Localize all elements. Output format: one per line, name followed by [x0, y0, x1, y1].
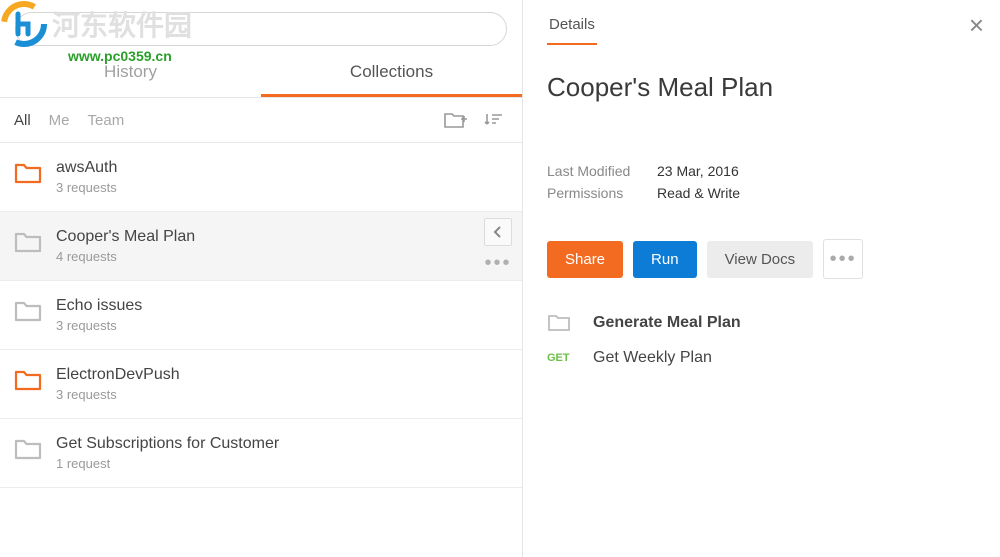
detail-items-list: Generate Meal Plan GET Get Weekly Plan	[547, 305, 976, 375]
collection-row[interactable]: ElectronDevPush 3 requests	[0, 350, 522, 419]
new-collection-icon[interactable]	[442, 108, 470, 132]
folder-icon	[14, 299, 42, 323]
collection-meta: 3 requests	[56, 318, 508, 333]
detail-item-label: Generate Meal Plan	[593, 314, 741, 332]
meta-modified-value: 23 Mar, 2016	[657, 163, 739, 179]
detail-actions: Share Run View Docs •••	[547, 239, 976, 279]
details-body: Cooper's Meal Plan Last Modified 23 Mar,…	[523, 44, 1000, 391]
collection-row[interactable]: Echo issues 3 requests	[0, 281, 522, 350]
collection-meta: 3 requests	[56, 387, 508, 402]
detail-folder-row[interactable]: Generate Meal Plan	[547, 305, 976, 341]
collection-title: Cooper's Meal Plan	[547, 72, 976, 103]
folder-icon	[547, 313, 593, 333]
meta-permissions: Permissions Read & Write	[547, 185, 976, 201]
detail-item-label: Get Weekly Plan	[593, 349, 712, 367]
share-button[interactable]: Share	[547, 241, 623, 278]
method-badge: GET	[547, 350, 593, 366]
filter-team[interactable]: Team	[88, 112, 125, 129]
collection-list: awsAuth 3 requests Cooper's Meal Plan 4 …	[0, 143, 522, 557]
collection-row[interactable]: awsAuth 3 requests	[0, 143, 522, 212]
collection-meta: 3 requests	[56, 180, 508, 195]
view-docs-button[interactable]: View Docs	[707, 241, 814, 278]
collection-row[interactable]: Cooper's Meal Plan 4 requests •••	[0, 212, 522, 281]
folder-icon	[14, 368, 42, 392]
details-panel: Details × Cooper's Meal Plan Last Modifi…	[523, 0, 1000, 557]
sort-icon[interactable]	[480, 108, 508, 132]
row-more-icon[interactable]: •••	[484, 252, 511, 275]
collection-name: ElectronDevPush	[56, 366, 508, 384]
more-actions-icon[interactable]: •••	[823, 239, 863, 279]
detail-request-row[interactable]: GET Get Weekly Plan	[547, 341, 976, 375]
collection-name: Get Subscriptions for Customer	[56, 435, 508, 453]
details-tab[interactable]: Details	[547, 6, 597, 45]
left-panel: History Collections All Me Team awsAuth …	[0, 0, 523, 557]
search-bar-row	[0, 0, 522, 54]
collection-name: awsAuth	[56, 159, 508, 177]
collection-meta: 1 request	[56, 456, 508, 471]
collection-row[interactable]: Get Subscriptions for Customer 1 request	[0, 419, 522, 488]
folder-icon	[14, 230, 42, 254]
close-icon[interactable]: ×	[969, 12, 984, 38]
collection-name: Cooper's Meal Plan	[56, 228, 508, 246]
search-input[interactable]	[30, 21, 492, 37]
tab-history[interactable]: History	[0, 54, 261, 97]
collapse-panel-icon[interactable]	[484, 218, 512, 246]
meta-perm-label: Permissions	[547, 185, 657, 201]
filter-row: All Me Team	[0, 98, 522, 143]
details-header: Details ×	[523, 0, 1000, 44]
meta-perm-value: Read & Write	[657, 185, 740, 201]
filter-me[interactable]: Me	[49, 112, 70, 129]
search-input-wrap[interactable]	[15, 12, 507, 46]
filter-all[interactable]: All	[14, 112, 31, 129]
meta-modified-label: Last Modified	[547, 163, 657, 179]
tab-collections[interactable]: Collections	[261, 54, 522, 97]
folder-icon	[14, 437, 42, 461]
collection-name: Echo issues	[56, 297, 508, 315]
folder-icon	[14, 161, 42, 185]
run-button[interactable]: Run	[633, 241, 697, 278]
main-tabs: History Collections	[0, 54, 522, 98]
collection-meta: 4 requests	[56, 249, 508, 264]
meta-last-modified: Last Modified 23 Mar, 2016	[547, 163, 976, 179]
